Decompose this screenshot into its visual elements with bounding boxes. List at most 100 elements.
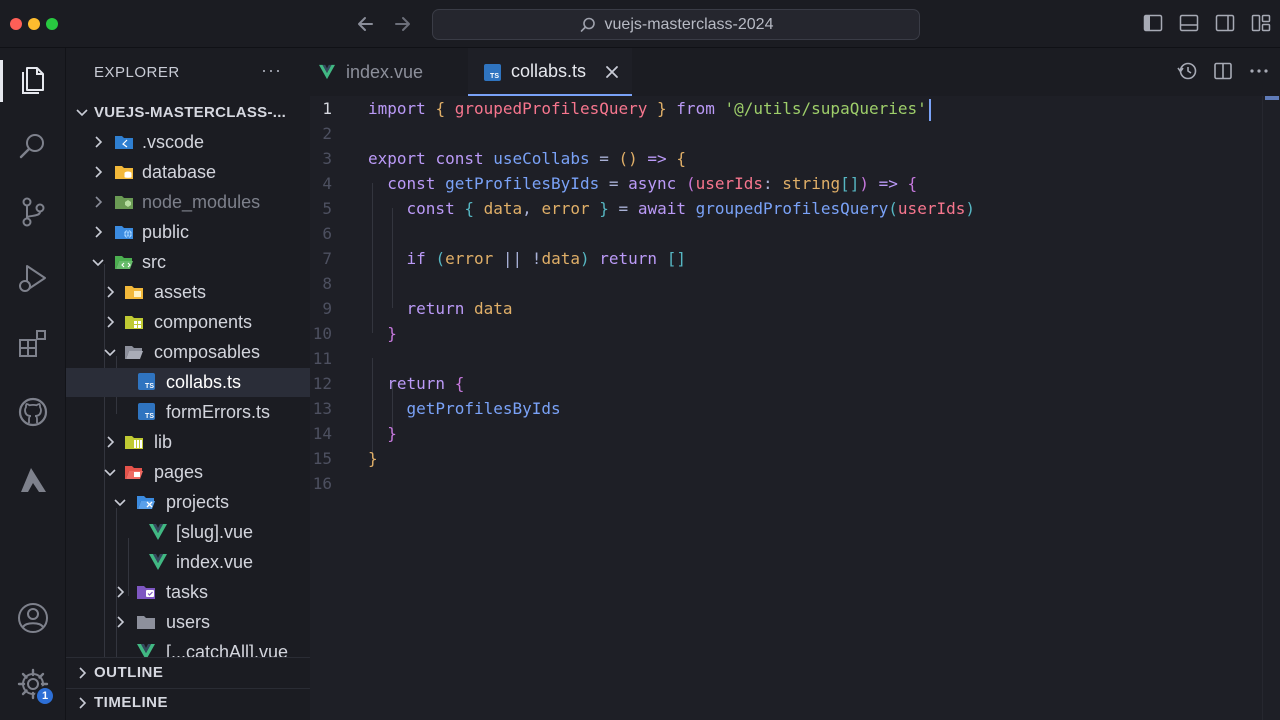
line-number: 3 [322, 149, 332, 168]
tab-index-vue[interactable]: index.vue [310, 48, 468, 96]
minimize-window-button[interactable] [28, 18, 40, 30]
line-number: 12 [312, 374, 332, 393]
tree-item-label: lib [154, 432, 173, 452]
tree-folder-tasks[interactable]: tasks [66, 578, 310, 607]
workspace-root-folder[interactable]: VUEJS-MASTERCLASS-... [66, 98, 310, 126]
timeline-section-label: TIMELINE [94, 694, 168, 711]
tree-item-label: index.vue [176, 552, 254, 572]
line-number: 14 [312, 424, 332, 443]
code-line: 14 } [310, 421, 1262, 446]
tab-label: collabs.ts [511, 60, 587, 81]
toggle-secondary-sidebar-icon[interactable] [1214, 12, 1236, 34]
chevron-right-icon [107, 436, 115, 448]
vue-file-icon [137, 644, 155, 658]
tree-folder-lib[interactable]: lib [66, 428, 310, 457]
toggle-primary-sidebar-icon[interactable] [1142, 12, 1164, 34]
editor-scrollbar[interactable] [1262, 96, 1280, 720]
vscode-folder-icon [115, 136, 133, 149]
command-center-search[interactable]: vuejs-masterclass-2024 [432, 9, 920, 40]
forward-arrow-icon[interactable] [388, 10, 416, 38]
tree-item-label: assets [154, 282, 207, 302]
search-icon[interactable] [15, 128, 51, 164]
node-folder-icon [115, 196, 133, 209]
line-number: 5 [322, 199, 332, 218]
tree-item-label: src [142, 252, 166, 272]
tree-file-index-vue[interactable]: index.vue [66, 548, 310, 577]
back-arrow-icon[interactable] [352, 10, 380, 38]
chevron-right-icon [107, 316, 115, 328]
lib-folder-icon [125, 436, 143, 449]
files-icon[interactable] [15, 62, 51, 98]
tree-folder-assets[interactable]: assets [66, 278, 310, 307]
tree-item-label: projects [166, 492, 230, 512]
tree-folder-pages[interactable]: pages [66, 458, 310, 487]
maximize-window-button[interactable] [46, 18, 58, 30]
timeline-history-icon[interactable] [1176, 60, 1198, 82]
file-tree: .vscode database node_modules public src [66, 128, 310, 658]
typescript-file-icon: TS [484, 64, 501, 81]
src-folder-open-icon [115, 256, 133, 269]
chevron-right-icon [117, 616, 125, 628]
account-icon[interactable] [15, 600, 51, 636]
toggle-panel-icon[interactable] [1178, 12, 1200, 34]
extensions-icon[interactable] [15, 326, 51, 362]
outline-section[interactable]: OUTLINE [66, 658, 310, 688]
tree-file-slug-vue[interactable]: [slug].vue [66, 518, 310, 547]
search-icon [580, 17, 595, 32]
components-folder-icon [125, 316, 143, 329]
tree-item-label: composables [154, 342, 261, 362]
split-editor-icon[interactable] [1212, 60, 1234, 82]
customize-layout-icon[interactable] [1250, 12, 1272, 34]
azure-icon[interactable] [15, 462, 51, 498]
code-line: 8 [310, 271, 1262, 296]
code-editor[interactable]: 1 import { groupedProfilesQuery } from '@… [310, 96, 1262, 720]
tree-folder-src[interactable]: src [66, 248, 310, 277]
line-number: 4 [322, 174, 332, 193]
layout-controls [1142, 12, 1272, 34]
tree-folder-node-modules[interactable]: node_modules [66, 188, 310, 217]
vue-file-icon [149, 554, 167, 570]
assets-folder-icon [125, 286, 143, 299]
typescript-file-icon: TS [138, 373, 155, 390]
line-number: 10 [312, 324, 332, 343]
tree-folder-projects[interactable]: projects [66, 488, 310, 517]
text-cursor [928, 98, 931, 121]
code-line: 3 export const useCollabs = () => { [310, 146, 1262, 171]
settings-update-badge: 1 [35, 686, 55, 706]
timeline-section[interactable]: TIMELINE [66, 688, 310, 718]
pages-folder-open-icon [125, 466, 143, 479]
close-window-button[interactable] [10, 18, 22, 30]
editor-tab-bar: index.vue TS collabs.ts [310, 48, 1280, 96]
close-tab-icon[interactable] [602, 62, 622, 82]
tree-folder-public[interactable]: public [66, 218, 310, 247]
vue-file-icon [149, 524, 167, 540]
tree-folder-users[interactable]: users [66, 608, 310, 637]
tree-item-label: formErrors.ts [166, 402, 271, 422]
tree-file-formerrors-ts[interactable]: TS formErrors.ts [66, 398, 310, 427]
line-number: 1 [322, 99, 332, 118]
more-actions-icon[interactable] [1248, 60, 1270, 82]
typescript-file-icon: TS [138, 403, 155, 420]
tree-item-label: users [166, 612, 211, 632]
chevron-down-icon [92, 259, 104, 267]
active-view-indicator [0, 60, 3, 102]
code-line: 16 [310, 471, 1262, 496]
code-line: 10 } [310, 321, 1262, 346]
tree-folder-vscode[interactable]: .vscode [66, 128, 310, 157]
cursor-position-marker [1265, 96, 1279, 100]
explorer-title: EXPLORER [94, 64, 180, 81]
tree-file-collabs-ts[interactable]: TS collabs.ts [66, 368, 310, 397]
tree-item-label: collabs.ts [166, 372, 242, 392]
workspace-root-label: VUEJS-MASTERCLASS-... [94, 103, 287, 121]
tree-folder-composables[interactable]: composables [66, 338, 310, 367]
run-and-debug-icon[interactable] [15, 260, 51, 296]
github-icon[interactable] [15, 394, 51, 430]
tree-file-catchall-vue[interactable]: [...catchAll].vue [66, 638, 310, 658]
tree-item-label: database [142, 162, 217, 182]
tree-folder-database[interactable]: database [66, 158, 310, 187]
source-control-icon[interactable] [15, 194, 51, 230]
line-number: 13 [312, 399, 332, 418]
tab-collabs-ts[interactable]: TS collabs.ts [468, 48, 632, 96]
tree-folder-components[interactable]: components [66, 308, 310, 337]
more-actions-icon[interactable]: ··· [261, 60, 282, 81]
